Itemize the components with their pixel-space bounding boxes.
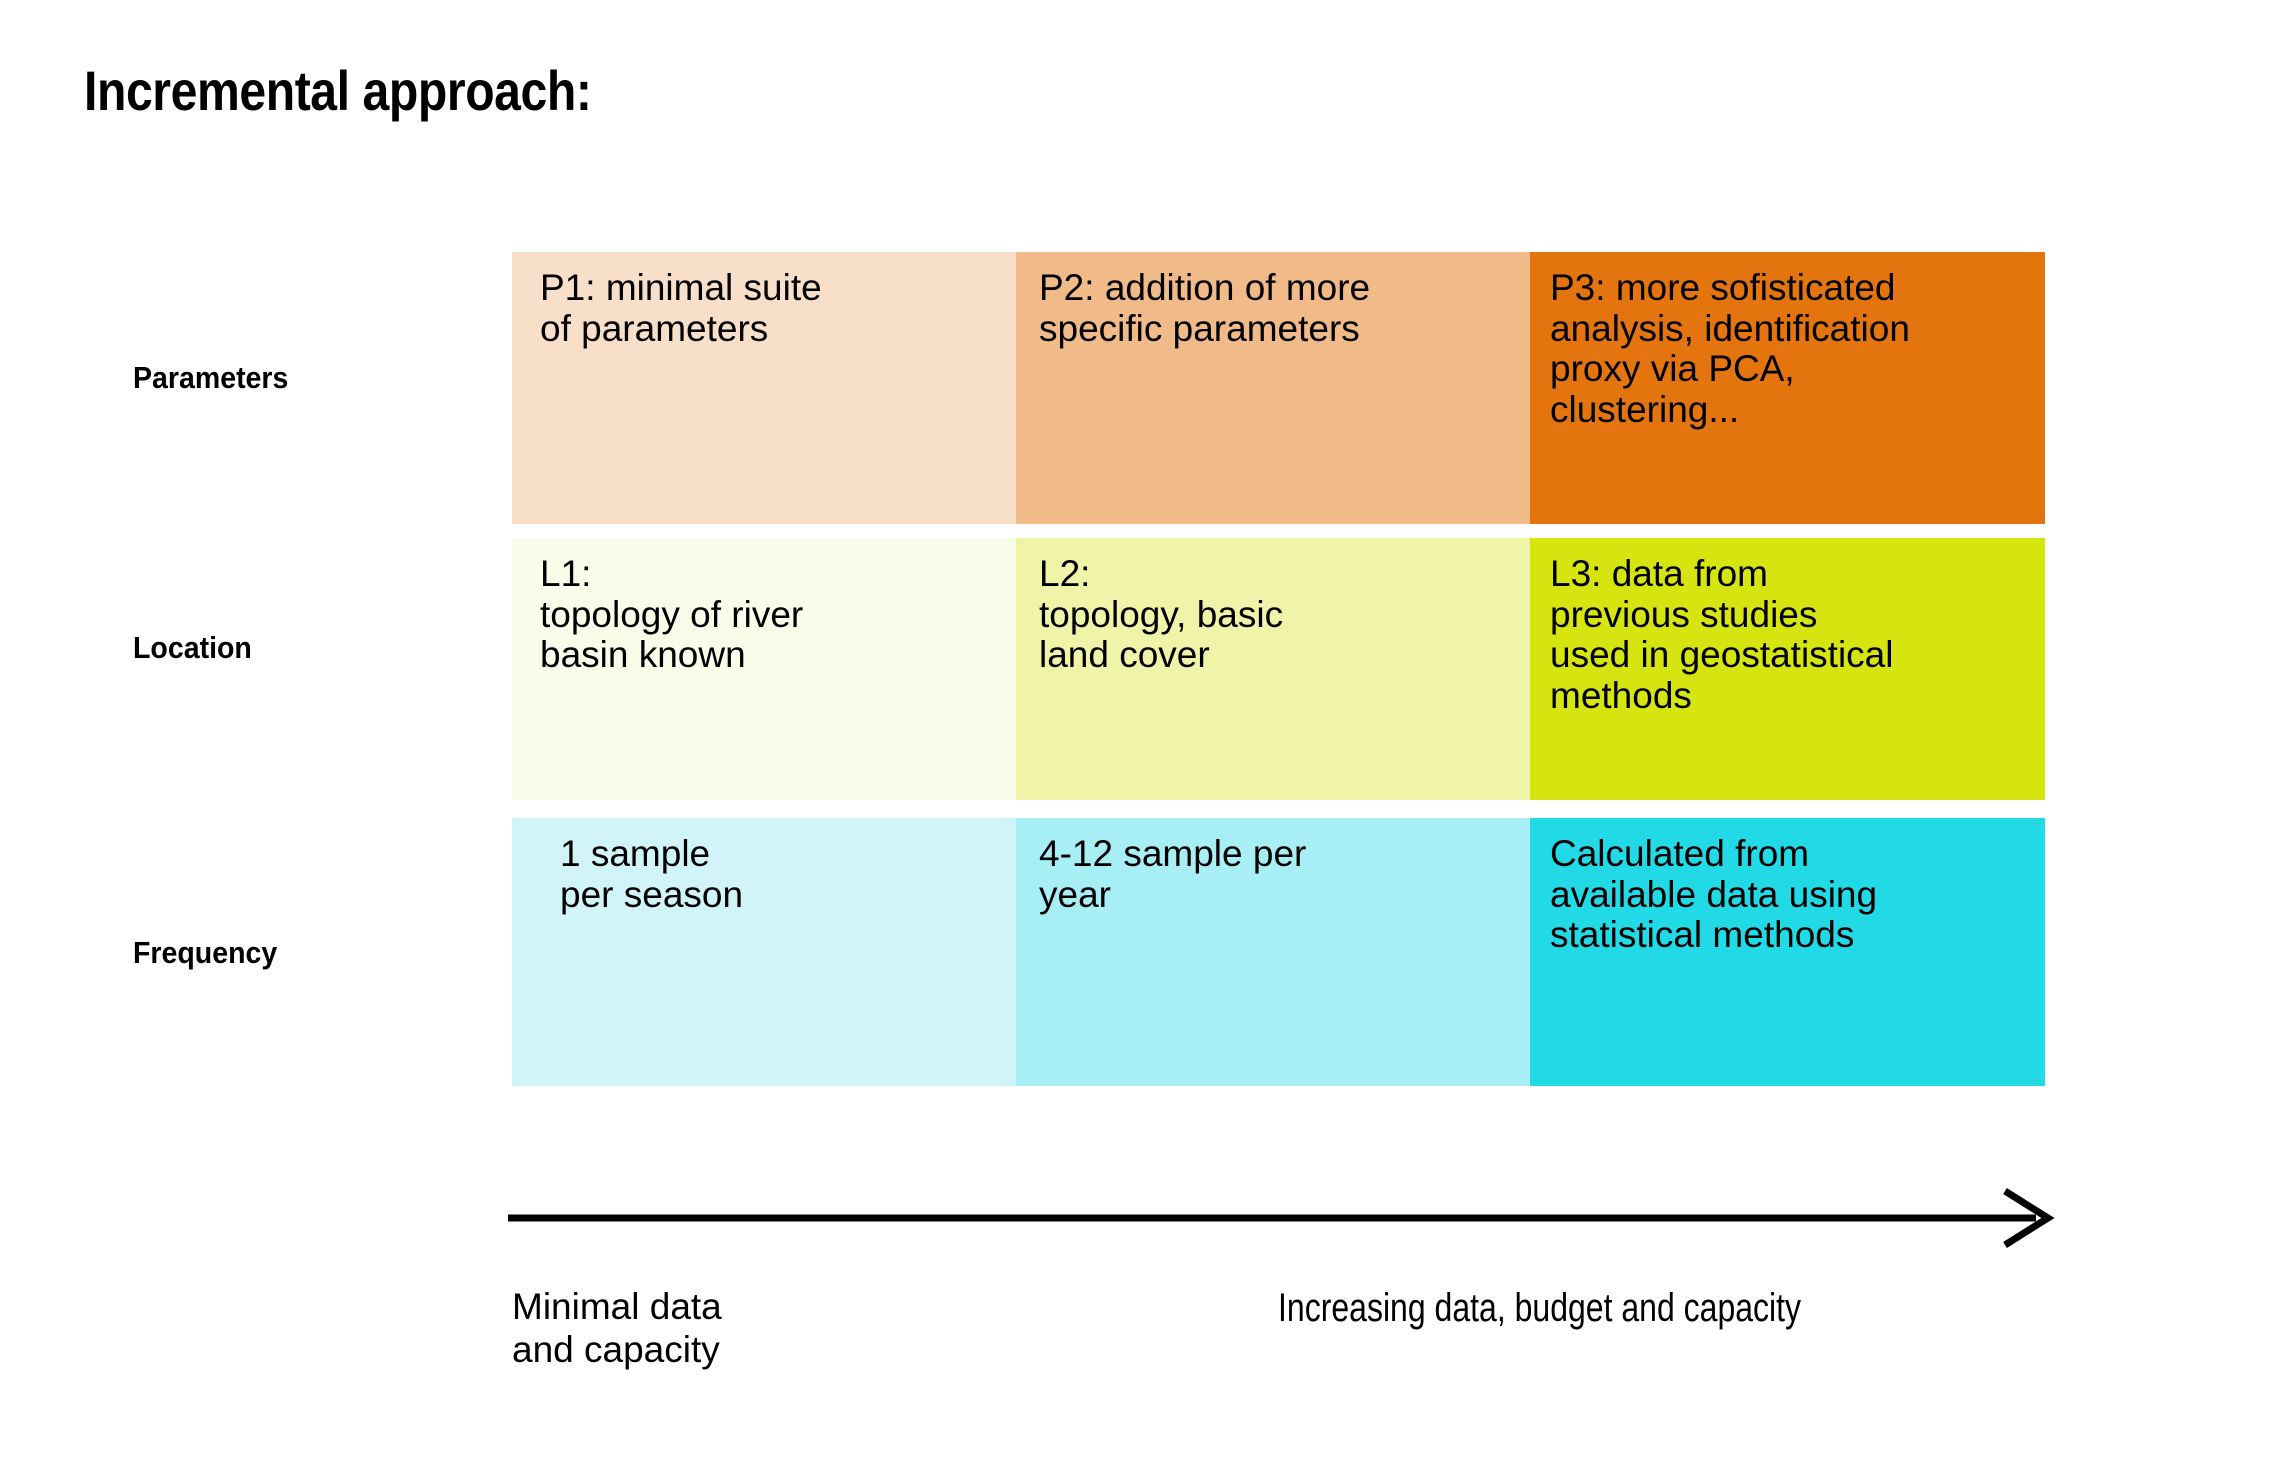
row-label-parameters: Parameters: [133, 360, 289, 395]
cell-frequency-f3: Calculated from available data using sta…: [1530, 818, 2045, 1086]
axis-caption-left: Minimal data and capacity: [512, 1286, 722, 1370]
cell-location-l3: L3: data from previous studies used in g…: [1530, 538, 2045, 800]
row-label-frequency: Frequency: [133, 935, 278, 970]
cell-parameters-p1: P1: minimal suite of parameters: [512, 252, 1016, 524]
cell-frequency-f1: 1 sample per season: [512, 818, 1016, 1086]
cell-location-l1: L1: topology of river basin known: [512, 538, 1016, 800]
axis-caption-right: Increasing data, budget and capacity: [1278, 1286, 1802, 1330]
page-title: Incremental approach:: [84, 59, 592, 122]
cell-frequency-f2: 4-12 sample per year: [1016, 818, 1530, 1086]
cell-location-l2: L2: topology, basic land cover: [1016, 538, 1530, 800]
cell-parameters-p3: P3: more sofisticated analysis, identifi…: [1530, 252, 2045, 524]
increasing-capacity-arrow: [508, 1188, 2055, 1248]
cell-parameters-p2: P2: addition of more specific parameters: [1016, 252, 1530, 524]
row-label-location: Location: [133, 630, 252, 665]
